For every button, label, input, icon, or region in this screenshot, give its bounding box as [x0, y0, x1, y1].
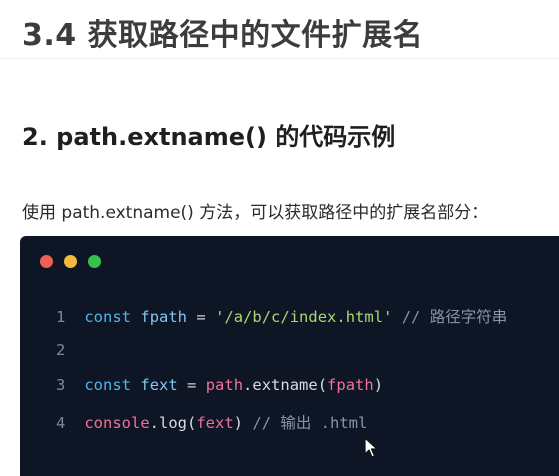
line-number: 1	[56, 308, 66, 326]
green-window-dot-icon	[88, 255, 101, 268]
argument-token: fpath	[327, 376, 374, 394]
paren-token: )	[373, 376, 384, 394]
string-token: '/a/b/c/index.html'	[215, 308, 393, 326]
argument-token: fext	[196, 414, 234, 432]
line-number: 4	[56, 414, 66, 432]
code-line-2: 2	[56, 341, 75, 359]
code-line-3: 3 const fext = path.extname(fpath)	[56, 376, 383, 394]
variable-token: fext	[140, 376, 178, 394]
object-token: console	[84, 414, 150, 432]
section-heading: 2. path.extname() 的代码示例	[22, 123, 396, 151]
slide-title: 3.4 获取路径中的文件扩展名	[22, 18, 424, 53]
mouse-pointer-icon	[364, 437, 378, 458]
line-number: 2	[56, 341, 66, 359]
title-divider	[0, 58, 559, 59]
code-line-1: 1 const fpath = '/a/b/c/index.html' // 路…	[56, 305, 507, 327]
keyword-token: const	[84, 308, 132, 326]
paren-token: )	[233, 414, 244, 432]
comment-token: // 路径字符串	[401, 308, 508, 326]
method-token: .extname(	[243, 376, 328, 394]
line-number: 3	[56, 376, 66, 394]
code-block: 1 const fpath = '/a/b/c/index.html' // 路…	[20, 236, 559, 476]
operator-token: =	[187, 376, 197, 394]
method-token: .log(	[149, 414, 197, 432]
comment-token: // 输出 .html	[252, 414, 368, 432]
object-token: path	[205, 376, 244, 394]
intro-paragraph: 使用 path.extname() 方法，可以获取路径中的扩展名部分：	[22, 203, 489, 223]
operator-token: =	[196, 308, 206, 326]
yellow-window-dot-icon	[64, 255, 77, 268]
variable-token: fpath	[140, 308, 188, 326]
code-line-4: 4 console.log(fext) // 输出 .html	[56, 411, 367, 433]
red-window-dot-icon	[40, 255, 53, 268]
keyword-token: const	[84, 376, 132, 394]
